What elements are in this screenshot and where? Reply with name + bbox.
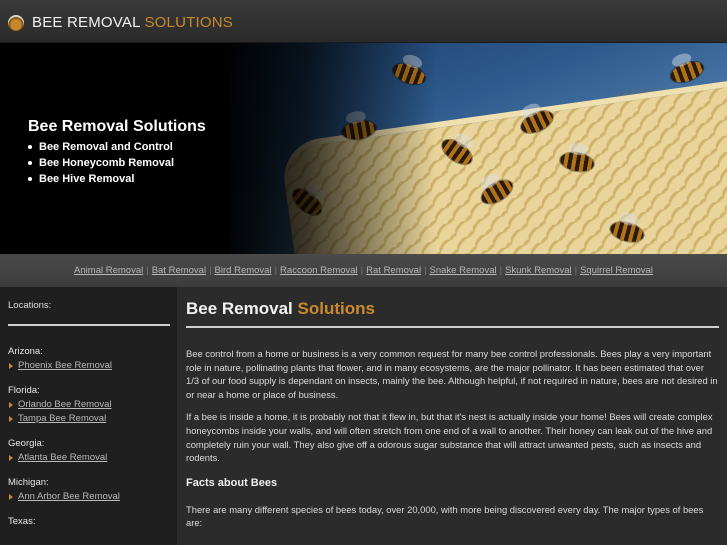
location-link-tampa[interactable]: Tampa Bee Removal (18, 413, 106, 424)
title-divider (186, 326, 719, 328)
main-content: Bee Removal Solutions Bee control from a… (177, 287, 727, 545)
location-group-texas: Texas: (8, 515, 169, 529)
hero-title: Bee Removal Solutions (28, 118, 206, 135)
location-link-orlando[interactable]: Orlando Bee Removal (18, 399, 111, 410)
hero-text: Bee Removal Solutions Bee Removal and Co… (28, 117, 206, 187)
nav-separator: | (209, 265, 212, 276)
section-heading: Facts about Bees (186, 476, 278, 489)
nav-separator: | (360, 265, 364, 276)
nav-separator: | (574, 265, 578, 276)
state-name: Texas: (8, 516, 36, 527)
nav-link-animal-removal[interactable]: Animal Removal (74, 265, 143, 276)
title-word-primary: Bee Removal (186, 299, 293, 318)
nav-separator: | (424, 265, 427, 276)
sidebar-divider (8, 324, 170, 326)
site-header: BEE REMOVAL SOLUTIONS (0, 0, 727, 43)
title-word-accent: Solutions (297, 299, 375, 318)
sidebar-heading: Locations: (8, 300, 52, 311)
location-group-arizona: Arizona: Phoenix Bee Removal (8, 345, 169, 373)
top-nav: Animal Removal | Bat Removal | Bird Removal |… (0, 254, 727, 287)
nav-link-rat-removal[interactable]: Rat Removal (366, 265, 421, 276)
body-paragraph: If a bee is inside a home, it is probabl… (186, 411, 713, 464)
hero-list: Bee Removal and Control Bee Honeycomb Re… (28, 139, 206, 187)
location-group-florida: Florida: Orlando Bee Removal Tampa Bee R… (8, 384, 169, 426)
hero-list-item: Bee Hive Removal (28, 171, 206, 187)
location-group-michigan: Michigan: Ann Arbor Bee Removal (8, 476, 169, 504)
state-name: Michigan: (8, 477, 49, 488)
nav-link-snake-removal[interactable]: Snake Removal (430, 265, 497, 276)
nav-link-squirrel-removal[interactable]: Squirrel Removal (580, 265, 653, 276)
logo-word-accent: SOLUTIONS (144, 14, 233, 31)
state-name: Georgia: (8, 438, 45, 449)
state-name: Arizona: (8, 346, 43, 357)
state-name: Florida: (8, 385, 40, 396)
location-link-phoenix[interactable]: Phoenix Bee Removal (18, 360, 112, 371)
nav-link-bird-removal[interactable]: Bird Removal (215, 265, 272, 276)
location-item: Tampa Bee Removal (8, 412, 169, 426)
facts-paragraph: There are many different species of bees… (186, 503, 704, 529)
location-group-georgia: Georgia: Atlanta Bee Removal (8, 437, 169, 465)
nav-link-raccoon-removal[interactable]: Raccoon Removal (280, 265, 358, 276)
page-title: Bee Removal Solutions (186, 287, 719, 319)
location-item: Orlando Bee Removal (8, 398, 169, 412)
hero-banner: Bee Removal Solutions Bee Removal and Co… (0, 43, 727, 254)
nav-separator: | (499, 265, 503, 276)
location-item: Ann Arbor Bee Removal (8, 490, 169, 504)
sidebar: Locations: Arizona: Phoenix Bee Removal … (0, 287, 177, 545)
nav-link-bat-removal[interactable]: Bat Removal (152, 265, 206, 276)
location-item: Phoenix Bee Removal (8, 359, 169, 373)
logo-icon[interactable] (8, 15, 24, 31)
logo-word-primary: BEE REMOVAL (32, 14, 141, 31)
site-logo[interactable]: BEE REMOVAL SOLUTIONS (32, 14, 233, 32)
nav-separator: | (146, 265, 149, 276)
nav-separator: | (274, 265, 278, 276)
hero-list-item: Bee Honeycomb Removal (28, 155, 206, 171)
nav-link-skunk-removal[interactable]: Skunk Removal (505, 265, 572, 276)
intro-paragraph: Bee control from a home or business is a… (186, 348, 718, 400)
location-link-ann-arbor[interactable]: Ann Arbor Bee Removal (18, 491, 120, 502)
hero-list-item: Bee Removal and Control (28, 139, 206, 155)
location-item: Atlanta Bee Removal (8, 451, 169, 465)
location-link-atlanta[interactable]: Atlanta Bee Removal (18, 452, 107, 463)
